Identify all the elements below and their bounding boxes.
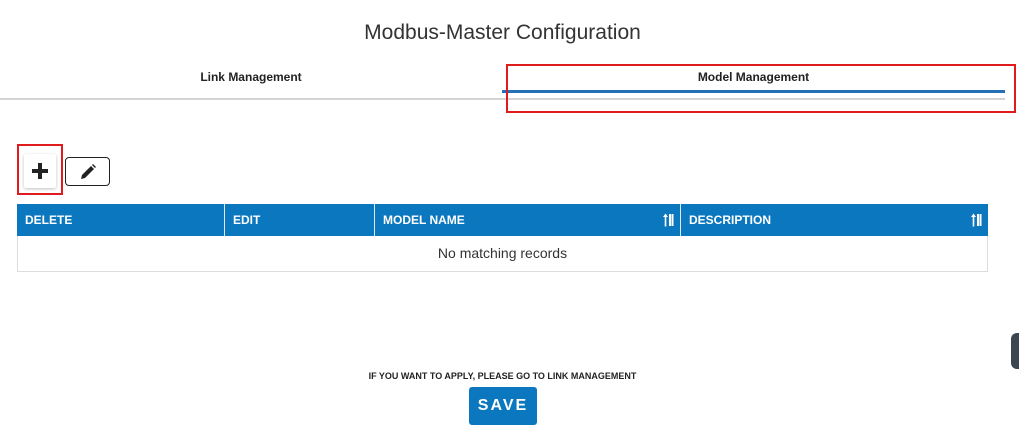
column-header-edit: EDIT xyxy=(225,204,375,236)
column-label: MODEL NAME xyxy=(383,213,465,227)
plus-icon xyxy=(32,163,48,179)
tabs-bar: Link Management Model Management xyxy=(0,62,1005,100)
empty-message: No matching records xyxy=(437,245,568,261)
column-label: DESCRIPTION xyxy=(689,213,772,227)
column-header-description[interactable]: DESCRIPTION xyxy=(681,204,988,236)
column-header-model-name[interactable]: MODEL NAME xyxy=(375,204,681,236)
apply-note: IF YOU WANT TO APPLY, PLEASE GO TO LINK … xyxy=(368,371,637,381)
column-header-delete: DELETE xyxy=(17,204,225,236)
page-title: Modbus-Master Configuration xyxy=(364,21,641,44)
save-button[interactable]: SAVE xyxy=(469,387,537,425)
tab-link-management[interactable]: Link Management xyxy=(0,62,502,98)
sort-icon[interactable] xyxy=(970,213,982,227)
column-label: DELETE xyxy=(25,213,73,227)
add-model-button[interactable] xyxy=(24,154,56,188)
tab-model-management[interactable]: Model Management xyxy=(502,62,1005,98)
sort-icon[interactable] xyxy=(662,213,674,227)
side-panel-handle[interactable] xyxy=(1011,333,1019,369)
edit-model-button[interactable] xyxy=(65,157,110,186)
pencil-icon xyxy=(80,163,96,179)
models-table: DELETE EDIT MODEL NAME DESCRIPTION No ma… xyxy=(17,204,988,272)
table-header: DELETE EDIT MODEL NAME DESCRIPTION xyxy=(17,204,988,236)
tab-label: Link Management xyxy=(200,70,302,84)
tab-label: Model Management xyxy=(697,70,810,84)
column-label: EDIT xyxy=(233,213,261,227)
active-tab-indicator xyxy=(502,90,1005,93)
empty-table-row: No matching records xyxy=(17,236,988,272)
